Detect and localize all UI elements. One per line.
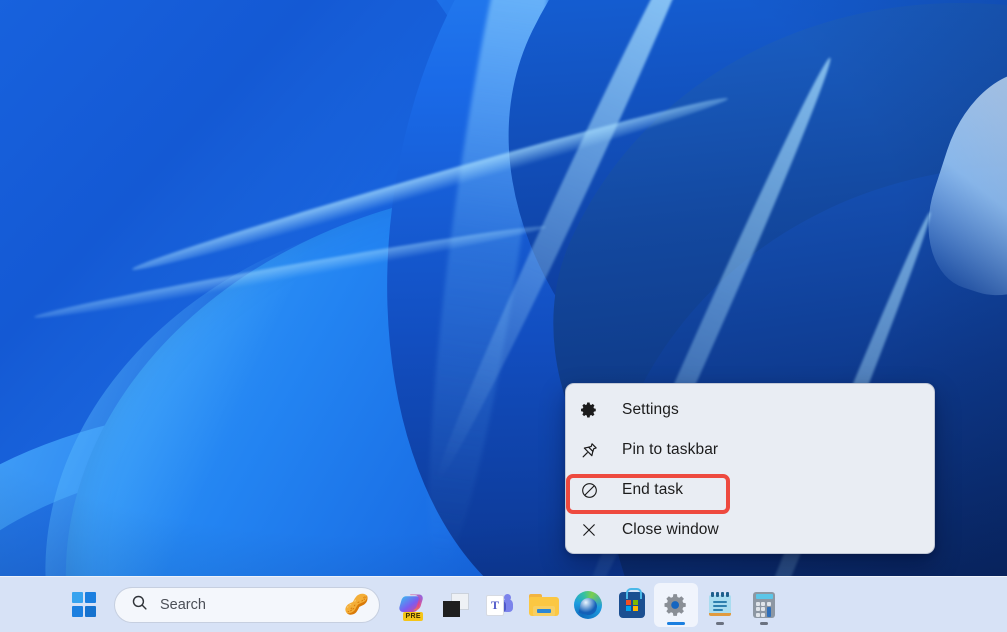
taskbar-center-group: Search 🥜 PRE T — [0, 582, 786, 627]
taskbar-app-notepad[interactable] — [698, 583, 742, 627]
calculator-icon — [753, 591, 775, 618]
notepad-icon — [709, 592, 731, 617]
taskbar-app-copilot[interactable]: PRE — [390, 583, 434, 627]
taskbar[interactable]: Search 🥜 PRE T — [0, 576, 1007, 632]
gear-icon — [580, 401, 610, 419]
menu-item-settings[interactable]: Settings — [570, 390, 930, 430]
close-x-icon — [580, 521, 610, 539]
search-input[interactable]: Search 🥜 — [114, 586, 380, 623]
start-button[interactable] — [62, 583, 106, 627]
desktop-screen: Settings Pin to taskbar End task Close w… — [0, 0, 1007, 632]
store-icon — [619, 587, 645, 618]
task-view-icon — [443, 592, 469, 617]
windows-logo-icon — [71, 592, 97, 617]
copilot-pre-badge: PRE — [403, 611, 424, 621]
menu-item-label: Pin to taskbar — [622, 441, 719, 458]
taskbar-app-explorer[interactable] — [522, 583, 566, 627]
menu-item-end-task[interactable]: End task — [570, 470, 930, 510]
taskbar-running-indicator — [716, 621, 724, 625]
taskbar-app-calculator[interactable] — [742, 583, 786, 627]
copilot-icon: PRE — [398, 591, 426, 621]
menu-item-label: Close window — [622, 521, 719, 538]
menu-item-pin-to-taskbar[interactable]: Pin to taskbar — [570, 430, 930, 470]
menu-item-label: Settings — [622, 401, 679, 418]
teams-icon: T — [486, 593, 514, 617]
taskbar-active-indicator — [667, 621, 685, 625]
menu-item-label: End task — [622, 481, 684, 498]
search-icon — [131, 594, 148, 616]
taskbar-settings-context-menu[interactable]: Settings Pin to taskbar End task Close w… — [565, 383, 935, 554]
menu-item-close-window[interactable]: Close window — [570, 510, 930, 550]
pin-icon — [580, 441, 610, 460]
prohibited-icon — [580, 481, 610, 500]
taskbar-app-taskview[interactable] — [434, 583, 478, 627]
gear-icon — [663, 592, 689, 618]
taskbar-app-store[interactable] — [610, 583, 654, 627]
folder-icon — [529, 593, 559, 617]
taskbar-running-indicator — [760, 621, 768, 625]
taskbar-app-teams[interactable]: T — [478, 583, 522, 627]
taskbar-app-settings[interactable] — [654, 582, 698, 627]
search-placeholder-text: Search — [160, 596, 206, 613]
edge-icon — [574, 590, 602, 619]
pistachio-icon[interactable]: 🥜 — [344, 595, 369, 615]
taskbar-app-edge[interactable] — [566, 583, 610, 627]
